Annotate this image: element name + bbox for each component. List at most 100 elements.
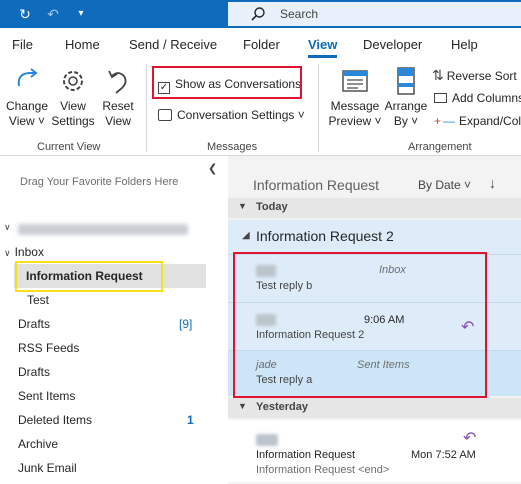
expand-collapse-icon-minus: — [443, 114, 456, 128]
message-preview-icon [342, 70, 368, 92]
change-view-label-1: Change [5, 99, 49, 113]
expand-collapse-label: Expand/Colla [459, 114, 521, 128]
tab-send-receive[interactable]: Send / Receive [129, 37, 217, 52]
sync-icon[interactable]: ↻ [16, 5, 34, 23]
folder-item-drafts-2[interactable]: Drafts [18, 365, 50, 379]
conversation-header[interactable]: ◢ Information Request 2 [228, 220, 521, 254]
folder-item-deleted-items[interactable]: Deleted Items [18, 413, 92, 427]
customize-toolbar-icon[interactable]: ▾ [72, 5, 90, 23]
sort-direction-icon[interactable]: ↓ [489, 175, 496, 191]
collapse-pane-icon[interactable]: ❮ [208, 162, 217, 175]
arrange-by-icon [397, 67, 415, 95]
group-label-today: Today [256, 201, 288, 213]
account-name-redacted [18, 224, 188, 235]
message-folder-tag: Sent Items [357, 359, 410, 371]
tab-help[interactable]: Help [451, 37, 478, 52]
tab-file[interactable]: File [12, 37, 33, 52]
arrange-by-button[interactable]: Arrange By ˅ [382, 66, 430, 129]
conversation-settings-label: Conversation Settings ˅ [177, 108, 305, 122]
ribbon-separator [318, 64, 319, 152]
reverse-sort-label: Reverse Sort [446, 69, 517, 83]
conversation-subject: Information Request 2 [256, 228, 394, 244]
add-columns-button[interactable]: Add Columns [434, 91, 521, 105]
chevron-down-icon: ∨ [4, 222, 11, 232]
undo-icon[interactable]: ↶ [44, 5, 62, 23]
gear-icon [63, 71, 83, 91]
show-as-conversations-label: Show as Conversations [175, 77, 302, 91]
ribbon: Change View ˅ View Settings Reset View C… [0, 58, 521, 156]
group-header-today[interactable]: ▼ Today [228, 198, 521, 218]
reply-icon: ↶ [461, 319, 475, 336]
arrange-by-label-1: Arrange [384, 99, 428, 113]
conversation-message[interactable]: 9:06 AM ↶ Information Request 2 [228, 302, 521, 350]
group-header-yesterday[interactable]: ▼ Yesterday [228, 398, 521, 418]
sender-redacted [256, 314, 276, 326]
folder-pane: ❮ Drag Your Favorite Folders Here ∨ ∨ Inb… [0, 156, 228, 484]
change-view-button[interactable]: Change View ˅ [4, 66, 50, 129]
messages-group-label: Messages [207, 141, 258, 153]
view-settings-label-1: View [60, 99, 86, 113]
tab-view[interactable]: View [308, 37, 338, 58]
folder-label: Information Request [26, 269, 143, 283]
sender-redacted [256, 434, 278, 446]
ribbon-tabs: File Home Send / Receive Folder View Dev… [0, 28, 521, 58]
message-folder-tag: Inbox [379, 264, 406, 276]
message-time: Mon 7:52 AM [411, 449, 476, 461]
conversation-message-selected[interactable]: jade Sent Items Test reply a [228, 350, 521, 396]
search-icon [251, 7, 265, 21]
folder-item-archive[interactable]: Archive [18, 437, 58, 451]
sender-redacted [256, 265, 276, 277]
tab-home[interactable]: Home [65, 37, 100, 52]
message-item[interactable]: ↶ Information Request Mon 7:52 AM Inform… [228, 420, 521, 482]
reverse-sort-button[interactable]: ⇅ Reverse Sort [432, 67, 517, 84]
folder-item-rss-feeds[interactable]: RSS Feeds [18, 341, 79, 355]
sort-arrows-icon: ⇅ [432, 67, 444, 83]
tab-developer[interactable]: Developer [363, 37, 422, 52]
folder-item-drafts[interactable]: Drafts [18, 317, 50, 331]
arrangement-group-label: Arrangement [408, 141, 472, 153]
message-time: 9:06 AM [364, 314, 405, 326]
message-preview: Information Request <end> [256, 464, 390, 476]
collapse-triangle-icon: ◢ [242, 230, 250, 241]
inbox-label: Inbox [14, 245, 44, 259]
view-settings-button[interactable]: View Settings [50, 66, 96, 129]
reply-icon: ↶ [463, 430, 477, 447]
message-body-preview: Information Request 2 [256, 329, 365, 341]
conversation-settings-button[interactable]: Conversation Settings ˅ [158, 108, 305, 122]
show-as-conversations-checkbox[interactable]: ✓ Show as Conversations [158, 77, 301, 94]
expand-collapse-icon: + [434, 114, 442, 128]
search-label: Search [280, 7, 319, 21]
message-preview-label-2: Preview ˅ [328, 114, 382, 128]
view-settings-label-2: Settings [51, 114, 95, 128]
expand-collapse-button[interactable]: +—Expand/Colla [434, 114, 521, 128]
conversation-settings-icon [158, 109, 172, 121]
reset-view-button[interactable]: Reset View [96, 66, 140, 129]
message-body-preview: Test reply a [256, 374, 313, 386]
tab-folder[interactable]: Folder [243, 37, 280, 52]
add-columns-icon [434, 93, 447, 103]
checkbox-checked-icon: ✓ [158, 82, 170, 94]
folder-row-selected[interactable]: Information Request [14, 264, 206, 288]
collapse-triangle-icon: ▼ [238, 401, 247, 411]
reset-view-label-1: Reset [102, 99, 134, 113]
ribbon-separator [146, 64, 147, 152]
message-preview-label-1: Message [330, 99, 380, 113]
reset-view-label-2: View [105, 114, 131, 128]
message-preview-button[interactable]: Message Preview ˅ [326, 66, 384, 129]
conversation-message[interactable]: Inbox Test reply b [228, 254, 521, 302]
account-row[interactable]: ∨ [4, 222, 194, 236]
inbox-row[interactable]: ∨ Inbox [4, 245, 44, 259]
favorites-drop-hint: Drag Your Favorite Folders Here [20, 176, 179, 188]
folder-item-sent-items[interactable]: Sent Items [18, 389, 75, 403]
chevron-down-icon: ∨ [4, 248, 11, 258]
search-box[interactable]: Search [228, 2, 521, 26]
folder-item-test[interactable]: Test [27, 293, 49, 307]
sort-by-dropdown[interactable]: By Date ˅ [418, 178, 471, 192]
group-label-yesterday: Yesterday [256, 401, 308, 413]
change-view-label-2: View ˅ [8, 114, 46, 128]
folder-count-drafts: [9] [179, 317, 193, 331]
message-list-pane: Information Request By Date ˅ ↓ ▼ Today … [228, 156, 521, 484]
collapse-triangle-icon: ▼ [238, 201, 247, 211]
arrange-by-label-2: By ˅ [393, 114, 419, 128]
folder-item-junk-email[interactable]: Junk Email [18, 461, 77, 475]
